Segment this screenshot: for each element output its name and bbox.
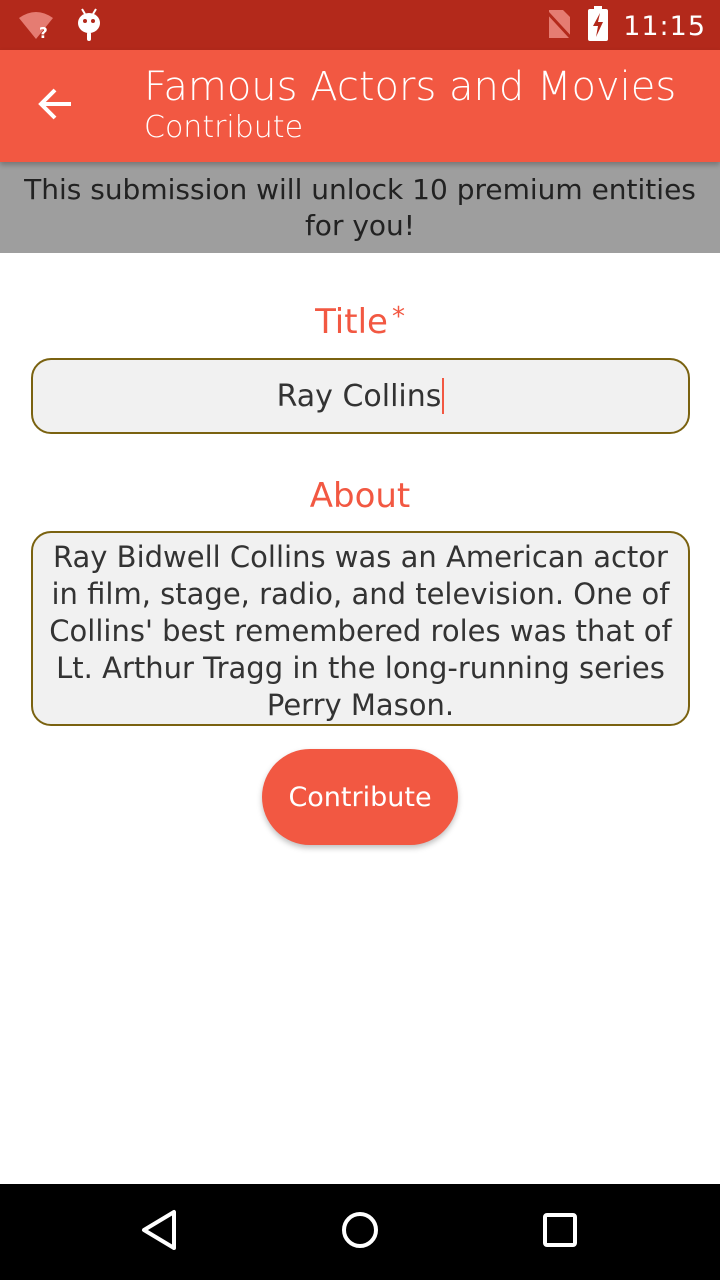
text-cursor	[442, 378, 445, 414]
about-label: About	[309, 476, 411, 516]
status-time: 11:15	[623, 10, 706, 42]
app-subtitle: Contribute	[144, 110, 304, 145]
title-label: Title	[315, 302, 388, 342]
title-label-row: Title *	[0, 302, 720, 342]
arrow-back-icon	[38, 88, 74, 124]
about-input[interactable]: Ray Bidwell Collins was an American acto…	[31, 531, 690, 726]
app-title: Famous Actors and Movies	[144, 64, 677, 110]
unlock-banner: This submission will unlock 10 premium e…	[0, 162, 720, 253]
title-input[interactable]: Ray Collins	[31, 358, 690, 434]
nav-recents-button[interactable]	[530, 1202, 590, 1262]
nav-back-button[interactable]	[130, 1202, 190, 1262]
nav-back-icon	[140, 1209, 180, 1255]
status-bar: ? 11:15	[0, 0, 720, 50]
required-marker: *	[391, 302, 405, 332]
status-right-icons: 11:15	[545, 6, 706, 46]
contribute-button[interactable]: Contribute	[262, 749, 458, 845]
nav-home-icon	[340, 1210, 380, 1254]
android-debug-icon	[76, 8, 102, 46]
app-bar: Famous Actors and Movies Contribute	[0, 50, 720, 162]
nav-home-button[interactable]	[330, 1202, 390, 1262]
wifi-unknown-icon: ?	[18, 10, 54, 44]
back-button[interactable]	[24, 76, 88, 136]
title-input-value: Ray Collins	[276, 378, 442, 414]
svg-text:?: ?	[39, 24, 48, 40]
status-left-icons: ?	[18, 8, 102, 46]
navigation-bar	[0, 1184, 720, 1280]
no-sim-icon	[545, 8, 573, 44]
nav-recents-icon	[542, 1212, 578, 1252]
battery-charging-icon	[587, 6, 609, 46]
